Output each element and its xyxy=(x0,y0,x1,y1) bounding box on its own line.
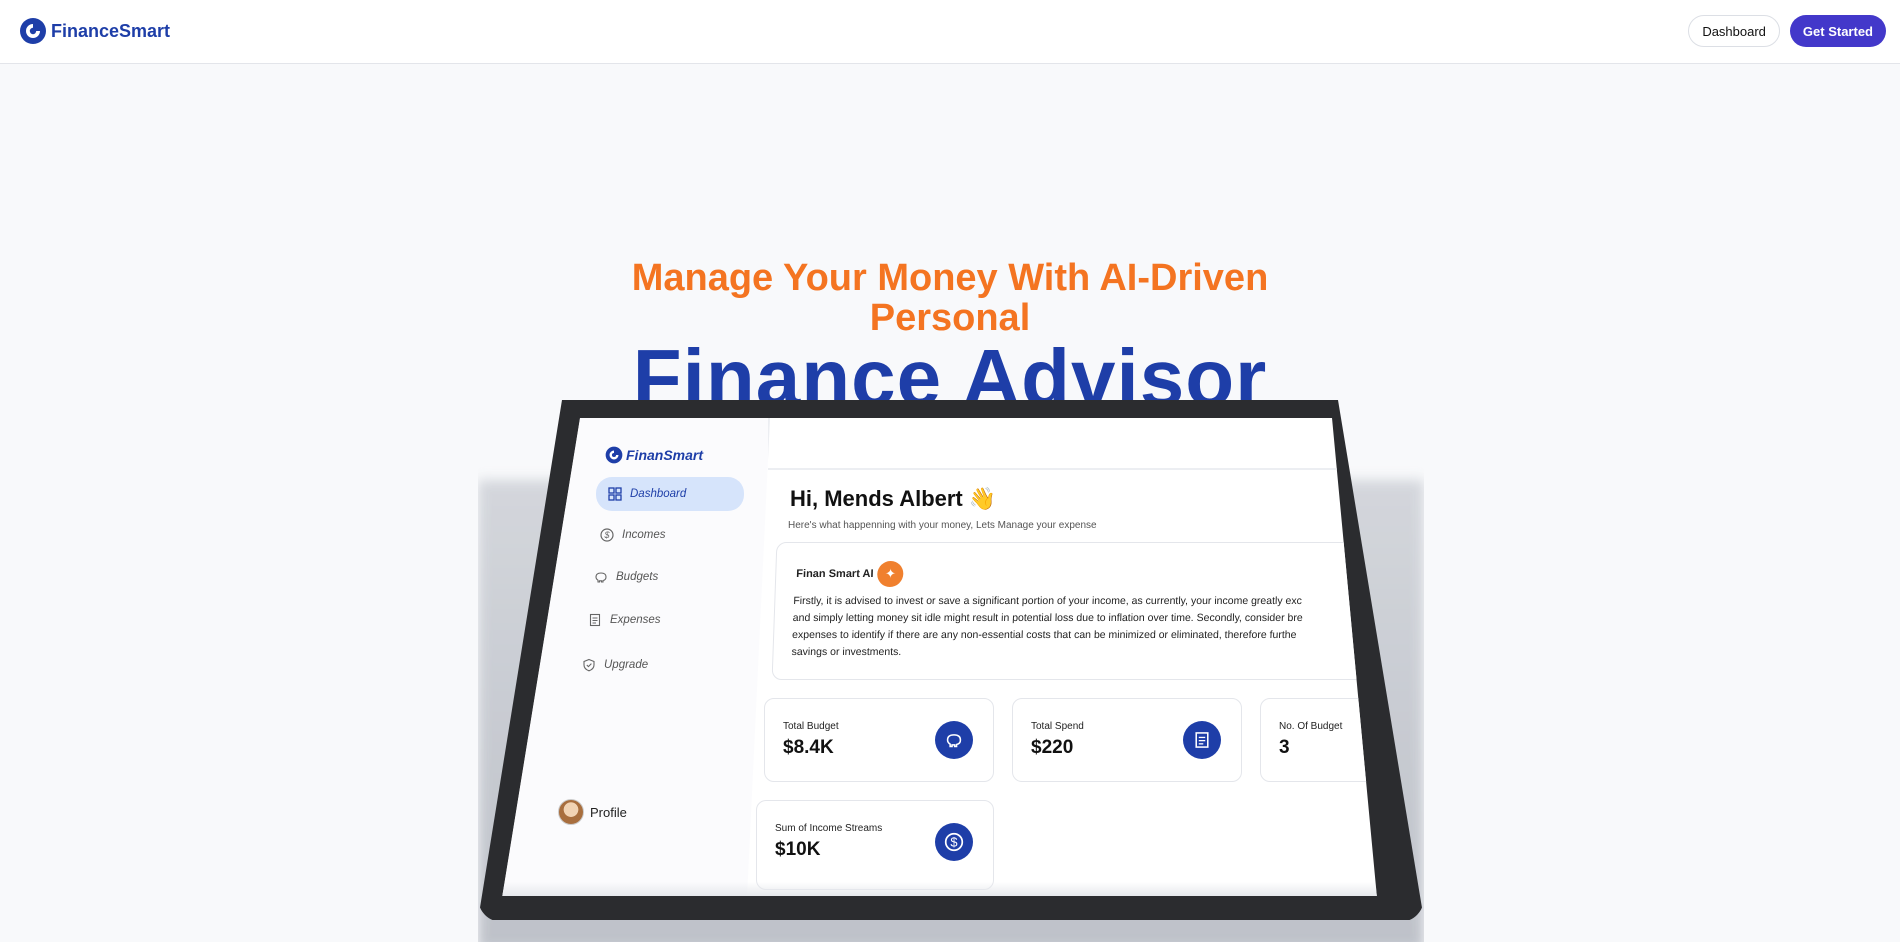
sidebar-item-label: Dashboard xyxy=(630,488,687,500)
stat-value: $10K xyxy=(775,839,821,860)
profile-link[interactable]: Profile xyxy=(558,799,627,825)
sidebar-item-label: Upgrade xyxy=(604,659,649,671)
app-topbar-divider xyxy=(768,468,1377,470)
ai-advice-line: expenses to identify if there are any no… xyxy=(791,629,1297,641)
dashboard-button[interactable]: Dashboard xyxy=(1688,15,1780,47)
stat-card-total-budget: Total Budget $8.4K xyxy=(764,698,994,782)
avatar xyxy=(558,799,584,825)
brand-name: FinanceSmart xyxy=(51,20,171,41)
piggy-bank-icon xyxy=(595,572,607,583)
ai-advice-card: Finan Smart AI ✦ Firstly, it is advised … xyxy=(771,542,1377,680)
tablet-mockup: FinanSmart Dashboard $ Incomes Budgets E… xyxy=(478,400,1424,942)
stat-card-total-spend: Total Spend $220 xyxy=(1012,698,1242,782)
app-brand-name: FinanSmart xyxy=(626,447,704,463)
ai-card-title: Finan Smart AI xyxy=(796,568,874,580)
financesmart-logo-icon xyxy=(20,18,46,44)
tablet-screen: FinanSmart Dashboard $ Incomes Budgets E… xyxy=(502,418,1377,896)
hero-subtitle: Manage Your Money With AI-Driven Persona… xyxy=(0,258,1900,338)
sidebar-item-budgets[interactable]: Budgets xyxy=(594,570,658,584)
ai-advice-line: savings or investments. xyxy=(791,646,902,658)
profile-label: Profile xyxy=(590,804,627,820)
hero-subtitle-line-2: Personal xyxy=(869,297,1031,339)
stat-value: $8.4K xyxy=(783,737,834,758)
sparkle-icon: ✦ xyxy=(877,561,904,587)
sidebar-item-label: Budgets xyxy=(616,571,659,583)
ai-advice-line: Firstly, it is advised to invest or save… xyxy=(793,595,1303,607)
stat-label: Total Budget xyxy=(783,721,839,732)
sidebar-item-dashboard[interactable]: Dashboard xyxy=(596,477,744,511)
sidebar-item-expenses[interactable]: Expenses xyxy=(588,613,661,627)
screen-bottom-fade xyxy=(502,882,1377,896)
svg-text:$: $ xyxy=(950,835,957,850)
dollar-circle-icon: $ xyxy=(935,823,973,861)
finansmart-logo-icon xyxy=(605,446,623,464)
top-nav: FinanceSmart Dashboard Get Started xyxy=(0,0,1900,64)
sidebar-item-label: Incomes xyxy=(622,529,666,541)
stat-value: 3 xyxy=(1279,737,1290,758)
stat-value: $220 xyxy=(1031,737,1074,758)
sidebar-item-upgrade[interactable]: Upgrade xyxy=(582,658,648,672)
sidebar-item-incomes[interactable]: $ Incomes xyxy=(600,528,665,542)
shield-check-icon xyxy=(583,658,595,672)
hero-subtitle-line-1: Manage Your Money With AI-Driven xyxy=(631,257,1269,299)
receipt-icon xyxy=(589,613,601,627)
greeting-subtitle: Here's what happenning with your money, … xyxy=(788,520,1097,531)
stat-label: No. Of Budget xyxy=(1279,721,1343,732)
ai-advice-line: and simply letting money sit idle might … xyxy=(792,612,1303,624)
brand-logo-link[interactable]: FinanceSmart xyxy=(19,17,170,45)
stat-label: Sum of Income Streams xyxy=(775,823,883,834)
dollar-circle-icon: $ xyxy=(600,528,614,542)
ai-card-header: Finan Smart AI ✦ xyxy=(796,561,904,587)
ai-advice-text: Firstly, it is advised to invest or save… xyxy=(791,593,1353,661)
stat-card-income-streams: Sum of Income Streams $10K $ xyxy=(756,800,994,890)
stat-label: Total Spend xyxy=(1031,721,1084,732)
svg-text:$: $ xyxy=(603,530,610,540)
piggy-bank-icon xyxy=(935,721,973,759)
sidebar-item-label: Expenses xyxy=(610,614,661,626)
app-brand: FinanSmart xyxy=(605,446,703,464)
greeting-heading: Hi, Mends Albert 👋 xyxy=(790,486,997,511)
grid-icon xyxy=(608,487,622,501)
nav-actions: Dashboard Get Started xyxy=(1688,15,1886,47)
get-started-button[interactable]: Get Started xyxy=(1789,15,1886,47)
receipt-icon xyxy=(1183,721,1221,759)
